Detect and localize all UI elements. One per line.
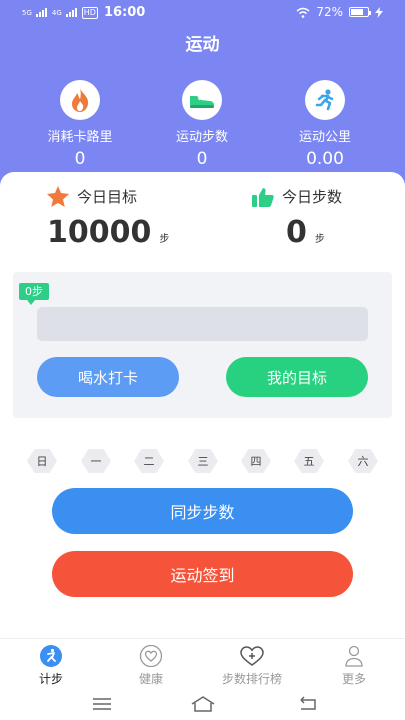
steps-label: 今日步数	[282, 188, 343, 206]
today-steps: 今日步数 0 步	[252, 186, 342, 250]
weekday-label: 四	[241, 449, 271, 473]
battery-percent: 72%	[316, 5, 343, 19]
wifi-icon	[296, 7, 310, 18]
stat-calories: 消耗卡路里 0	[25, 80, 135, 169]
progress-bar	[37, 307, 368, 341]
status-bar: 5G 4G HD 16:00 72%	[0, 0, 405, 26]
stat-steps: 运动步数 0	[147, 80, 257, 169]
thumbs-up-icon	[252, 187, 274, 207]
stat-label: 消耗卡路里	[47, 130, 113, 145]
tab-label: 健康	[138, 672, 163, 686]
menu-icon[interactable]	[91, 696, 113, 712]
stat-label: 运动公里	[298, 130, 351, 145]
tab-label: 更多	[341, 672, 366, 686]
stat-value: 0	[74, 149, 86, 169]
hd-badge: HD	[81, 6, 98, 19]
heart-icon	[139, 645, 163, 667]
stat-value: 0	[196, 149, 208, 169]
signal-icon	[35, 8, 48, 17]
flame-icon	[60, 80, 100, 120]
tab-ranking[interactable]: 步数排行榜	[207, 646, 297, 687]
star-icon	[47, 186, 69, 207]
stat-value: 0.00	[306, 149, 344, 169]
sync-steps-button[interactable]: 同步步数	[52, 488, 353, 534]
back-icon[interactable]	[297, 696, 319, 712]
tab-label: 步数排行榜	[221, 672, 282, 686]
weekday-label: 日	[27, 449, 57, 473]
goal-value: 10000	[47, 215, 152, 250]
signal-icon	[65, 8, 78, 17]
runner-icon	[305, 80, 345, 120]
signal-1-label: 5G	[22, 8, 32, 17]
stat-label: 运动步数	[175, 130, 228, 145]
steps-value: 0	[286, 215, 307, 250]
weekday-label: 三	[188, 449, 218, 473]
weekday-wed[interactable]: 三	[188, 449, 218, 473]
tab-health[interactable]: 健康	[106, 645, 196, 687]
exercise-signin-button[interactable]: 运动签到	[52, 551, 353, 597]
tab-pedometer[interactable]: 计步	[6, 645, 96, 687]
weekday-tue[interactable]: 二	[134, 449, 164, 473]
charging-icon	[375, 6, 383, 18]
goal-unit: 步	[159, 234, 170, 245]
battery-icon	[349, 7, 371, 17]
clock: 16:00	[103, 5, 146, 20]
my-goal-button[interactable]: 我的目标	[226, 357, 368, 397]
pedometer-icon	[40, 645, 62, 667]
heart-plus-icon	[240, 646, 264, 666]
weekday-mon[interactable]: 一	[81, 449, 111, 473]
weekday-sat[interactable]: 六	[348, 449, 378, 473]
weekday-fri[interactable]: 五	[294, 449, 324, 473]
water-checkin-button[interactable]: 喝水打卡	[37, 357, 179, 397]
weekday-thu[interactable]: 四	[241, 449, 271, 473]
stat-distance: 运动公里 0.00	[270, 80, 380, 169]
person-icon	[345, 645, 363, 667]
home-icon[interactable]	[190, 696, 216, 712]
weekday-sun[interactable]: 日	[27, 449, 57, 473]
tab-more[interactable]: 更多	[309, 645, 399, 687]
system-nav-bar	[0, 688, 405, 720]
tab-label: 计步	[38, 672, 63, 686]
weekday-label: 五	[294, 449, 324, 473]
goal-label: 今日目标	[77, 188, 138, 206]
signal-2-label: 4G	[51, 8, 62, 17]
progress-badge: 0步	[19, 283, 49, 305]
tab-bar: 计步 健康 步数排行榜 更多	[0, 638, 405, 688]
weekday-label: 一	[81, 449, 111, 473]
weekday-label: 二	[134, 449, 164, 473]
shoe-icon	[182, 80, 222, 120]
weekday-label: 六	[348, 449, 378, 473]
today-goal: 今日目标 10000 步	[47, 186, 169, 250]
steps-unit: 步	[314, 234, 325, 245]
page-title: 运动	[185, 35, 220, 55]
